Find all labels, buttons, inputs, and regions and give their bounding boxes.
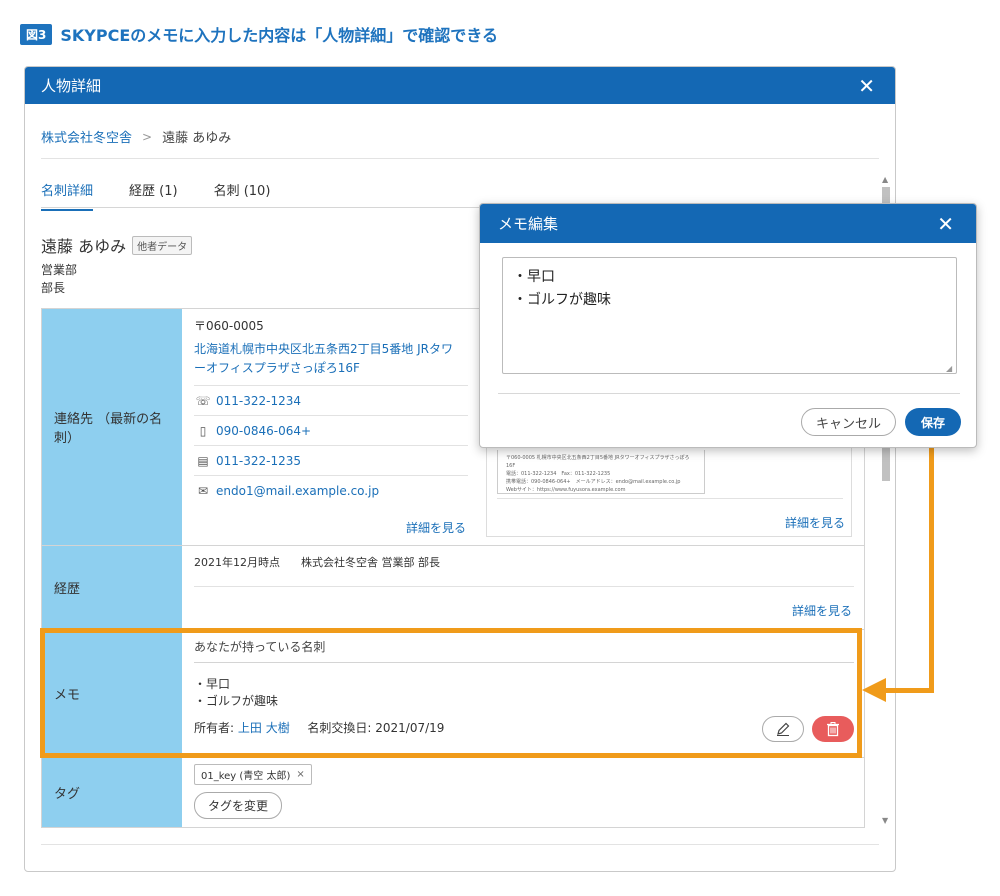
chevron-right-icon: >: [142, 129, 153, 144]
scroll-up-icon[interactable]: ▲: [882, 175, 888, 184]
memo-edit-header: メモ編集 ✕: [480, 204, 976, 243]
mobile-icon: ▯: [199, 423, 207, 438]
divider: [194, 662, 854, 663]
contact-label: 連絡先 （最新の名刺）: [42, 309, 182, 545]
fax-icon: ▤: [197, 453, 209, 468]
career-body: 2021年12月時点 株式会社冬空舎 営業部 部長 詳細を見る: [182, 546, 864, 629]
person-role: 部長: [41, 281, 66, 295]
figure-caption: 図3 SKYPCEのメモに入力した内容は「人物詳細」で確認できる: [20, 22, 498, 46]
figure-badge: 図3: [20, 23, 53, 45]
email-item[interactable]: ✉ endo1@mail.example.co.jp: [194, 475, 468, 505]
scroll-down-icon[interactable]: ▼: [882, 816, 888, 825]
owner-name-link[interactable]: 上田 大樹: [238, 721, 290, 735]
exchange-date-label: 名刺交換日:: [307, 721, 372, 735]
arrow-left-icon: [862, 678, 886, 702]
tag-label: タグ: [42, 758, 182, 827]
divider: [41, 158, 879, 159]
memo-title: あなたが持っている名刺: [194, 640, 326, 654]
edit-memo-button[interactable]: [762, 716, 804, 742]
person-name: 遠藤 あゆみ 他者データ: [41, 233, 193, 257]
fax-item[interactable]: ▤ 011-322-1235: [194, 445, 468, 475]
person-department: 営業部: [41, 263, 78, 277]
cancel-button[interactable]: キャンセル: [801, 408, 896, 436]
divider: [498, 393, 960, 394]
phone-number[interactable]: 011-322-1234: [216, 394, 301, 408]
breadcrumb-current: 遠藤 あゆみ: [162, 131, 232, 146]
dialog-title: 人物詳細: [41, 77, 102, 95]
phone-icon: ☏: [195, 393, 211, 408]
career-row: 経歴 2021年12月時点 株式会社冬空舎 営業部 部長 詳細を見る: [42, 545, 864, 629]
tag-chip[interactable]: 01_key (青空 太郎) ×: [194, 764, 312, 785]
close-icon[interactable]: ✕: [858, 76, 875, 96]
card-text-line: 携帯電話：090-0846-064+ メールアドレス：endo@mail.exa…: [506, 479, 681, 485]
memo-label: メモ: [42, 630, 182, 757]
address-link[interactable]: 北海道札幌市中央区北五条西2丁目5番地 JRタワーオフィスプラザさっぽろ16F: [194, 340, 464, 377]
figure-title: SKYPCEのメモに入力した内容は「人物詳細」で確認できる: [60, 26, 498, 45]
person-detail-dialog: 人物詳細 ✕ 株式会社冬空舎 > 遠藤 あゆみ 名刺詳細 経歴 (1) 名刺 (…: [24, 66, 896, 872]
card-text-line: 電話：011-322-1234 Fax：011-322-1235: [506, 471, 611, 477]
card-more-link[interactable]: 詳細を見る: [785, 514, 845, 531]
divider: [194, 586, 854, 587]
pencil-icon: [777, 722, 790, 736]
save-button[interactable]: 保存: [905, 408, 961, 436]
close-icon[interactable]: ✕: [937, 214, 954, 234]
email-address[interactable]: endo1@mail.example.co.jp: [216, 484, 379, 498]
career-date: 2021年12月時点: [194, 556, 280, 569]
memo-edit-title: メモ編集: [498, 215, 559, 233]
memo-meta: 所有者: 上田 大樹 名刺交換日: 2021/07/19: [194, 719, 852, 736]
card-preview: 〒060-0005 札幌市中央区北五条西2丁目5番地 JRタワーオフィスプラザさ…: [486, 447, 852, 537]
callout-arrow-line: [884, 688, 934, 693]
breadcrumb: 株式会社冬空舎 > 遠藤 あゆみ: [41, 127, 232, 147]
change-tag-button[interactable]: タグを変更: [194, 792, 283, 819]
other-data-badge: 他者データ: [132, 235, 193, 255]
card-text-line: 〒060-0005 札幌市中央区北五条西2丁目5番地 JRタワーオフィスプラザさ…: [506, 455, 690, 469]
contact-more-link[interactable]: 詳細を見る: [406, 519, 466, 536]
divider: [497, 498, 843, 499]
memo-body: あなたが持っている名刺 ・早口 ・ゴルフが趣味 所有者: 上田 大樹 名刺交換日…: [182, 630, 864, 757]
tag-row: タグ 01_key (青空 太郎) × タグを変更: [42, 757, 864, 827]
career-label: 経歴: [42, 546, 182, 629]
mobile-number[interactable]: 090-0846-064+: [216, 424, 311, 438]
career-entry: 2021年12月時点 株式会社冬空舎 営業部 部長: [194, 554, 852, 570]
memo-text-line: ・ゴルフが趣味: [194, 694, 279, 708]
delete-memo-button[interactable]: [812, 716, 854, 742]
card-text-line: Webサイト：https://www.fuyusora.example.com: [506, 487, 626, 493]
memo-textarea[interactable]: ・早口 ・ゴルフが趣味: [502, 257, 957, 374]
exchange-date: 2021/07/19: [375, 721, 445, 735]
career-text: 株式会社冬空舎 営業部 部長: [301, 556, 440, 569]
remove-tag-icon[interactable]: ×: [296, 769, 304, 780]
person-name-text: 遠藤 あゆみ: [41, 237, 127, 256]
owner-label: 所有者:: [194, 721, 235, 735]
tag-body: 01_key (青空 太郎) × タグを変更: [182, 758, 864, 827]
divider: [41, 844, 879, 845]
breadcrumb-company-link[interactable]: 株式会社冬空舎: [41, 127, 132, 146]
dialog-header: 人物詳細 ✕: [25, 67, 895, 104]
memo-text-line: ・早口: [194, 677, 231, 691]
mobile-item[interactable]: ▯ 090-0846-064+: [194, 415, 468, 445]
fax-number[interactable]: 011-322-1235: [216, 454, 301, 468]
mail-icon: ✉: [197, 483, 209, 498]
memo-edit-dialog: メモ編集 ✕ ・早口 ・ゴルフが趣味 ◢ キャンセル 保存: [479, 203, 977, 448]
card-image[interactable]: 〒060-0005 札幌市中央区北五条西2丁目5番地 JRタワーオフィスプラザさ…: [497, 450, 705, 494]
memo-row: メモ あなたが持っている名刺 ・早口 ・ゴルフが趣味 所有者: 上田 大樹 名刺…: [42, 629, 864, 757]
career-more-link[interactable]: 詳細を見る: [792, 602, 852, 619]
tag-chip-label: 01_key (青空 太郎): [201, 771, 291, 782]
trash-icon: [827, 722, 839, 737]
phone-item[interactable]: ☏ 011-322-1234: [194, 385, 468, 415]
callout-arrow-line: [929, 448, 934, 693]
